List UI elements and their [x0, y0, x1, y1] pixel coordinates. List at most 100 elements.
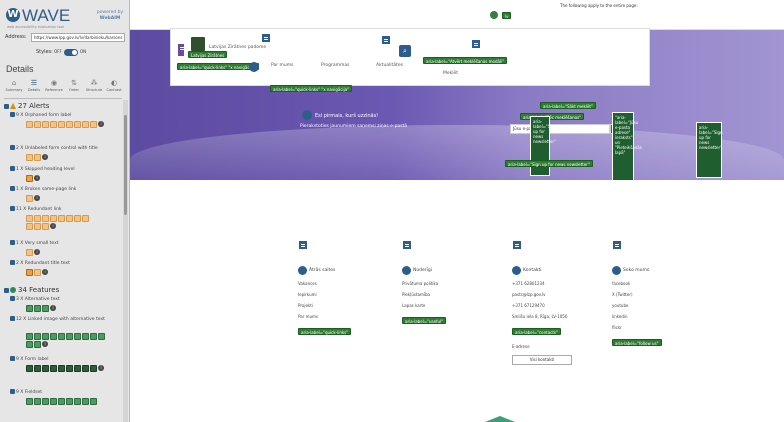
- linked-image-icon[interactable]: [66, 333, 73, 340]
- info-icon[interactable]: i: [98, 365, 104, 371]
- info-icon[interactable]: i: [42, 269, 48, 275]
- fieldset-icon[interactable]: [42, 398, 49, 405]
- facebook-link[interactable]: facebook: [612, 281, 722, 286]
- item-checkbox[interactable]: [10, 206, 15, 211]
- feature-item[interactable]: 3 X Alternative text: [10, 296, 60, 302]
- fieldset-icon[interactable]: [58, 398, 65, 405]
- feature-item[interactable]: 9 X Form label: [10, 356, 48, 362]
- form-label-icon[interactable]: [58, 365, 65, 372]
- features-section[interactable]: 34 Features: [4, 286, 59, 294]
- flickr-link[interactable]: flickr: [612, 325, 722, 330]
- redundant-link-icon[interactable]: [34, 223, 41, 230]
- redundant-title-icon[interactable]: [26, 269, 33, 276]
- redundant-link-icon[interactable]: [58, 215, 65, 222]
- form-label-icon[interactable]: [90, 365, 97, 372]
- info-icon[interactable]: i: [34, 175, 40, 181]
- info-icon[interactable]: i: [50, 223, 56, 229]
- redundant-link-icon[interactable]: [50, 215, 57, 222]
- item-checkbox[interactable]: [10, 240, 15, 245]
- e-address-link[interactable]: E-adrese: [512, 344, 622, 349]
- alt-text-icon[interactable]: [42, 305, 49, 312]
- footer-link[interactable]: Projekti: [298, 303, 408, 308]
- orphaned-label-icon[interactable]: [26, 121, 33, 128]
- info-icon[interactable]: i: [50, 305, 56, 311]
- orphaned-label-icon[interactable]: [82, 121, 89, 128]
- fieldset-icon[interactable]: [26, 398, 33, 405]
- linked-image-icon[interactable]: [74, 333, 81, 340]
- footer-link[interactable]: Vakances: [298, 281, 408, 286]
- alert-item[interactable]: 2 X Unlabeled form control with title: [10, 145, 98, 151]
- alert-item[interactable]: 9 X Orphaned form label: [10, 112, 71, 118]
- linkedin-link[interactable]: linkedin: [612, 314, 722, 319]
- address-input[interactable]: https://www.lpp.gov.lv/lv/darbinieku/kar…: [31, 33, 125, 42]
- linked-image-icon[interactable]: [42, 333, 49, 340]
- form-label-icon[interactable]: [66, 365, 73, 372]
- redundant-link-icon[interactable]: [66, 215, 73, 222]
- footer-link[interactable]: Piekļūstamība: [402, 292, 512, 297]
- orphaned-label-icon[interactable]: [50, 121, 57, 128]
- fieldset-icon[interactable]: [50, 398, 57, 405]
- search-icon[interactable]: ⌕: [399, 45, 411, 57]
- redundant-link-icon[interactable]: [34, 215, 41, 222]
- info-icon[interactable]: i: [42, 341, 48, 347]
- form-label-icon[interactable]: [50, 365, 57, 372]
- feature-item[interactable]: 12 X Linked image with alternative text: [10, 316, 120, 322]
- webaim-link[interactable]: WebAIM: [91, 16, 129, 22]
- info-icon[interactable]: i: [34, 249, 40, 255]
- skipped-heading-icon[interactable]: [26, 175, 33, 182]
- item-checkbox[interactable]: [10, 316, 15, 321]
- orphaned-label-icon[interactable]: [34, 121, 41, 128]
- info-icon[interactable]: i: [34, 195, 40, 201]
- orphaned-label-icon[interactable]: [58, 121, 65, 128]
- phone-link-2[interactable]: +371 67129470: [512, 303, 622, 308]
- sidebar-scroll-thumb[interactable]: [124, 115, 127, 215]
- search-text[interactable]: Meklēt: [443, 71, 458, 76]
- newsletter-email-input[interactable]: Jūsu e-pasts: [510, 124, 610, 134]
- alert-item[interactable]: 1 X Very small text: [10, 240, 59, 246]
- info-icon[interactable]: i: [98, 121, 104, 127]
- linked-image-icon[interactable]: [82, 333, 89, 340]
- footer-link[interactable]: Iepirkumi: [298, 292, 408, 297]
- form-label-icon[interactable]: [74, 365, 81, 372]
- form-label-icon[interactable]: [82, 365, 89, 372]
- alerts-checkbox[interactable]: [4, 103, 9, 109]
- item-checkbox[interactable]: [10, 296, 15, 301]
- linked-image-icon[interactable]: [90, 333, 97, 340]
- alert-item[interactable]: 2 X Redundant title text: [10, 260, 70, 266]
- alert-item[interactable]: 1 X Skipped heading level: [10, 166, 75, 172]
- item-checkbox[interactable]: [10, 389, 15, 394]
- redundant-link-icon[interactable]: [42, 215, 49, 222]
- fieldset-icon[interactable]: [74, 398, 81, 405]
- item-checkbox[interactable]: [10, 260, 15, 265]
- fieldset-icon[interactable]: [34, 398, 41, 405]
- unlabeled-control-icon[interactable]: [26, 154, 33, 161]
- all-contacts-button[interactable]: Visi kontakti: [512, 355, 572, 365]
- orphaned-label-icon[interactable]: [42, 121, 49, 128]
- redundant-link-icon[interactable]: [74, 215, 81, 222]
- orphaned-label-icon[interactable]: [74, 121, 81, 128]
- linked-image-icon[interactable]: [50, 333, 57, 340]
- footer-link[interactable]: Par mums: [298, 314, 408, 319]
- phone-link[interactable]: +371 62801234: [512, 281, 622, 286]
- email-link[interactable]: pasts@lzp.gov.lv: [512, 292, 622, 297]
- language-label[interactable]: lv: [502, 12, 512, 19]
- alt-text-icon[interactable]: [26, 305, 33, 312]
- item-checkbox[interactable]: [10, 356, 15, 361]
- linked-image-icon[interactable]: [26, 333, 33, 340]
- orphaned-label-icon[interactable]: [90, 121, 97, 128]
- styles-toggle[interactable]: [64, 49, 78, 56]
- powered-by-link[interactable]: powered by WebAIM: [91, 10, 129, 22]
- redundant-link-icon[interactable]: [26, 215, 33, 222]
- item-checkbox[interactable]: [10, 186, 15, 191]
- home-icon[interactable]: [249, 62, 259, 72]
- language-icon[interactable]: [490, 11, 498, 19]
- unlabeled-control-icon[interactable]: [34, 154, 41, 161]
- info-icon[interactable]: i: [42, 154, 48, 160]
- footer-link[interactable]: Lapas karte: [402, 303, 512, 308]
- fieldset-icon[interactable]: [90, 398, 97, 405]
- alert-item[interactable]: 1 X Broken same-page link: [10, 186, 76, 192]
- small-text-icon[interactable]: [26, 249, 33, 256]
- form-label-icon[interactable]: [26, 365, 33, 372]
- linked-image-icon[interactable]: [98, 333, 105, 340]
- wave-brand[interactable]: W WAVE web accessibility evaluation tool…: [6, 6, 129, 29]
